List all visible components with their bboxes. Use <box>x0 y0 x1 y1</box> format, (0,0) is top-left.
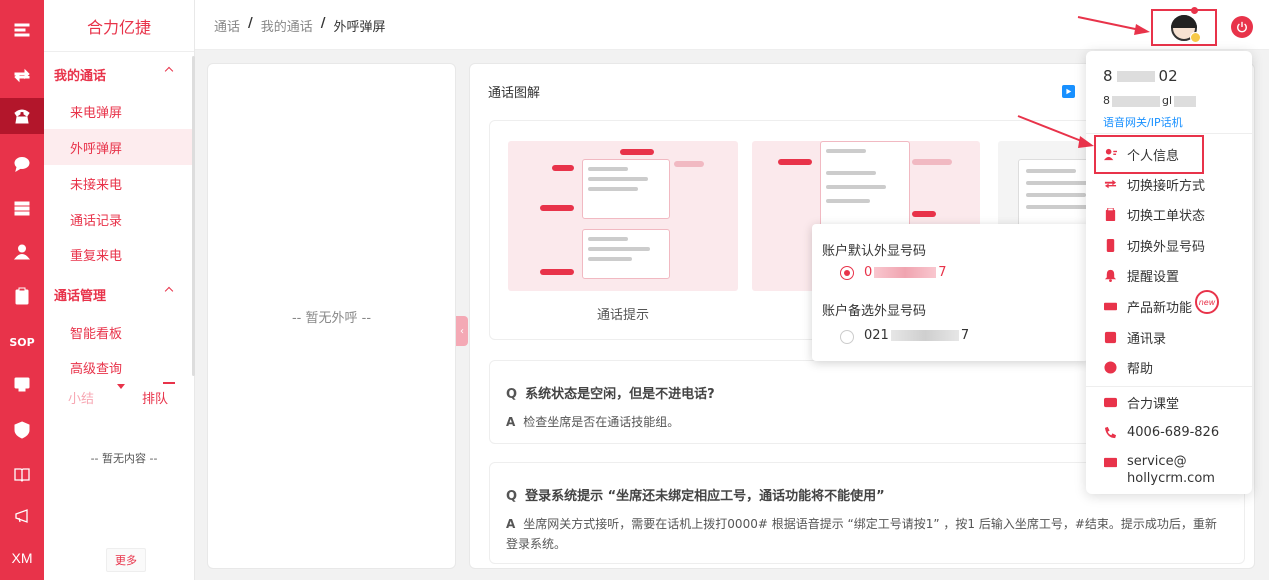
breadcrumb-item-my-calls[interactable]: 我的通话 <box>261 16 313 35</box>
nav-group-label: 通话管理 <box>54 288 107 304</box>
nav-item-repeat-calls[interactable]: 重复来电 <box>44 236 192 272</box>
email-line-2: hollycrm.com <box>1127 471 1215 486</box>
grid-icon[interactable] <box>0 190 44 226</box>
menu-item-switch-answer-mode[interactable]: 切换接听方式 <box>1103 173 1205 195</box>
caret-down-icon <box>117 384 125 389</box>
help-icon <box>1103 360 1117 374</box>
nav-item-incoming-popup[interactable]: 来电弹屏 <box>44 93 192 129</box>
nav-panel: 合力亿捷 我的通话 来电弹屏 外呼弹屏 未接来电 通话记录 重复来电 通话管理 … <box>44 0 195 580</box>
phone-icon <box>1103 425 1117 439</box>
outbound-number-popover: 账户默认外显号码 07 账户备选外显号码 021 7 <box>812 224 1089 361</box>
video-play-icon[interactable] <box>1062 85 1075 98</box>
bell-icon <box>1103 268 1117 282</box>
clipboard-icon[interactable] <box>0 278 44 314</box>
menu-item-reminder-settings[interactable]: 提醒设置 <box>1103 264 1179 286</box>
chevron-up-icon <box>164 66 174 76</box>
menu-item-help[interactable]: 帮助 <box>1103 356 1153 378</box>
email-icon <box>1103 455 1117 469</box>
menu-item-email[interactable]: service@ hollycrm.com <box>1103 453 1215 489</box>
more-button[interactable]: 更多 <box>106 548 146 572</box>
menu-item-switch-ticket-status[interactable]: 切换工单状态 <box>1103 203 1205 225</box>
chat-icon[interactable] <box>0 146 44 182</box>
new-feature-badge: new <box>1195 290 1219 314</box>
book-icon[interactable] <box>0 456 44 492</box>
breadcrumb-current: 外呼弹屏 <box>333 20 386 35</box>
avatar <box>1171 14 1201 43</box>
menu-divider <box>1086 133 1252 134</box>
video-course-icon <box>1103 395 1117 409</box>
menu-divider <box>1086 386 1252 387</box>
chevron-left-icon: ‹ <box>460 325 464 337</box>
default-number-value[interactable]: 07 <box>864 265 947 280</box>
brand-logo: 合力亿捷 <box>44 0 194 52</box>
backup-number-label: 账户备选外显号码 <box>822 304 927 319</box>
sop-icon[interactable]: SOP <box>0 324 44 360</box>
new-feature-icon <box>1103 299 1117 313</box>
nav-scrollbar[interactable] <box>192 56 195 376</box>
icon-rail: SOP XM <box>0 0 44 580</box>
menu-item-course[interactable]: 合力课堂 <box>1103 391 1179 413</box>
contacts-icon <box>1103 330 1117 344</box>
avatar-button[interactable] <box>1151 9 1217 46</box>
call-prompt-caption: 通话提示 <box>596 308 649 323</box>
breadcrumb-separator: / <box>248 16 253 31</box>
transfer-icon[interactable] <box>0 58 44 94</box>
power-icon <box>1237 21 1247 33</box>
nav-item-missed-calls[interactable]: 未接来电 <box>44 165 192 201</box>
nav-item-call-records[interactable]: 通话记录 <box>44 201 192 237</box>
nav-group-label: 我的通话 <box>54 68 107 84</box>
menu-item-switch-caller-id[interactable]: 切换外显号码 <box>1103 234 1205 256</box>
email-line-1: service@ <box>1127 454 1187 469</box>
screen-icon[interactable] <box>0 366 44 402</box>
menu-item-contacts[interactable]: 通讯录 <box>1103 326 1166 348</box>
no-outbound-text: -- 暂无外呼 -- <box>291 310 372 326</box>
user-account: 8 gl <box>1103 94 1197 107</box>
tab-queue[interactable]: 排队 <box>118 380 192 414</box>
breadcrumb-separator: / <box>320 16 326 31</box>
outbound-panel: -- 暂无外呼 -- <box>207 63 456 569</box>
phone-icon[interactable] <box>0 98 44 134</box>
breadcrumb-item-call[interactable]: 通话 <box>214 16 240 35</box>
megaphone-icon[interactable] <box>0 498 44 534</box>
backup-number-value[interactable]: 021 7 <box>864 328 969 343</box>
default-number-label: 账户默认外显号码 <box>822 244 927 259</box>
nav-item-smart-dashboard[interactable]: 智能看板 <box>44 314 192 350</box>
user-name: 8 02 <box>1103 67 1178 85</box>
breadcrumb: 通话 / 我的通话 / 外呼弹屏 <box>214 16 386 35</box>
xm-icon[interactable]: XM <box>0 540 44 576</box>
collapse-handle[interactable]: ‹ <box>456 316 468 346</box>
menu-item-hotline[interactable]: 4006-689-826 <box>1103 421 1219 443</box>
backup-number-radio[interactable] <box>840 330 854 344</box>
shield-icon[interactable] <box>0 412 44 448</box>
gateway-type-link[interactable]: 语音网关/IP话机 <box>1103 114 1183 130</box>
nav-group-my-calls[interactable]: 我的通话 <box>44 57 192 91</box>
user-icon[interactable] <box>0 234 44 270</box>
power-button[interactable] <box>1231 16 1253 38</box>
transfer-icon <box>1103 177 1117 191</box>
menu-item-new-features[interactable]: 产品新功能 <box>1103 295 1192 317</box>
profile-highlight-box <box>1094 135 1204 174</box>
default-number-radio[interactable] <box>840 266 854 280</box>
user-dropdown-menu: 8 02 8 gl 语音网关/IP话机 个人信息 切换接听方式 切换工单状态 切换外… <box>1086 51 1252 494</box>
chevron-up-icon <box>164 286 174 296</box>
menu-icon[interactable] <box>0 12 44 48</box>
call-guide-title: 通话图解 <box>488 86 541 101</box>
top-header: 通话 / 我的通话 / 外呼弹屏 <box>195 0 1269 50</box>
nav-group-call-management[interactable]: 通话管理 <box>44 277 192 311</box>
faq-answer: A 坐席网关方式接听，需要在话机上拨打0000# 根据语音提示 “绑定工号请按1”… <box>506 517 1217 551</box>
empty-content-text: -- 暂无内容 -- <box>90 452 158 465</box>
nav-item-outgoing-popup[interactable]: 外呼弹屏 <box>44 129 192 165</box>
tab-summary[interactable]: 小结 <box>44 380 118 414</box>
notification-dot <box>1191 7 1198 14</box>
status-badge-icon <box>1190 31 1201 43</box>
mobile-phone-icon <box>1103 238 1117 252</box>
call-prompt-thumbnail[interactable] <box>508 141 738 291</box>
clipboard-icon <box>1103 207 1117 221</box>
